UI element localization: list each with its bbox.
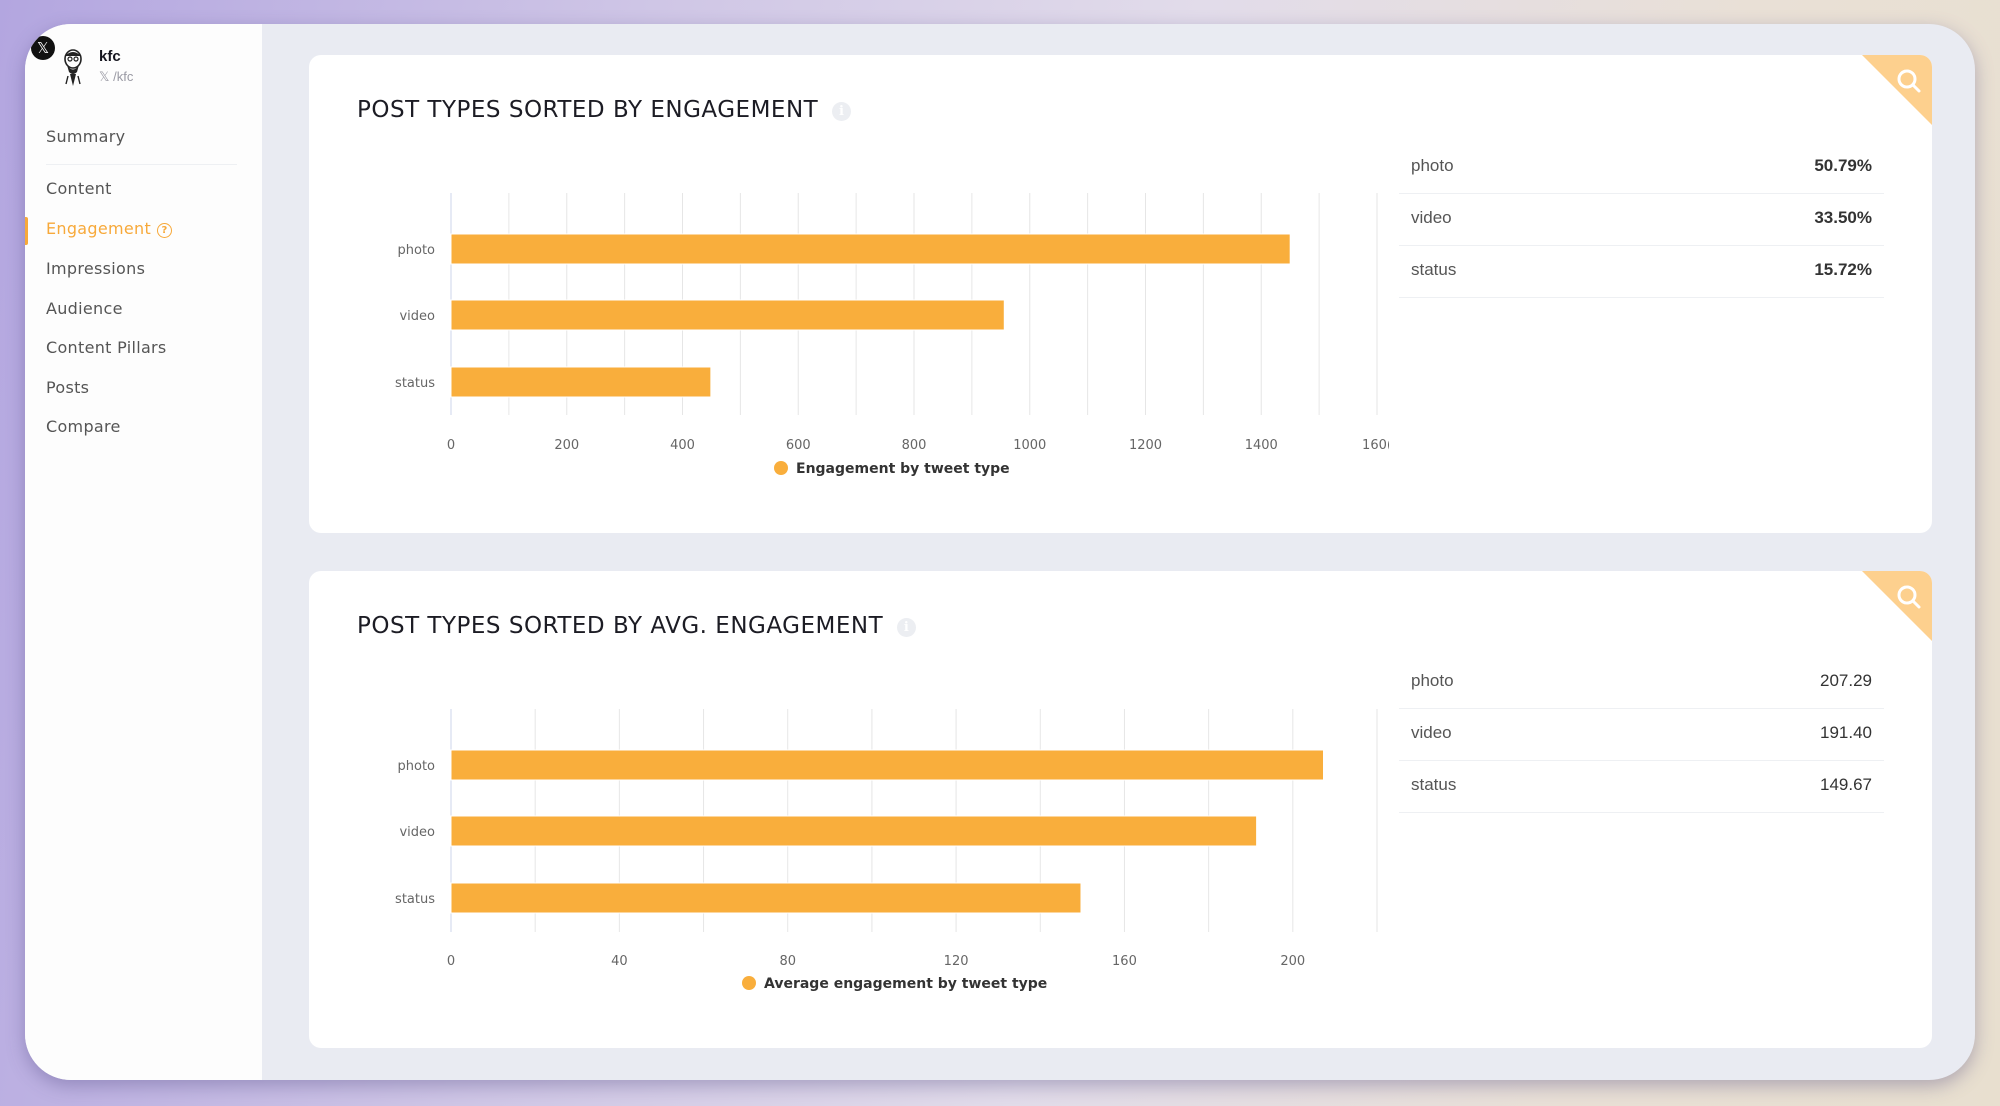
stat-value: 149.67 — [1820, 775, 1872, 794]
x-tick-label: 200 — [554, 438, 579, 453]
sidebar-item-content[interactable]: Content — [46, 179, 112, 198]
bar-video — [450, 299, 1005, 331]
stats-table: photo 50.79% video 33.50% status 15.72% — [1399, 142, 1884, 298]
stat-label: status — [1411, 775, 1457, 794]
sidebar-item-posts[interactable]: Posts — [46, 378, 89, 397]
x-tick-label: 1400 — [1245, 438, 1278, 453]
bar-photo — [450, 233, 1291, 265]
x-tick-label: 800 — [902, 438, 927, 453]
profile-handle-text: /kfc — [113, 69, 134, 84]
sidebar-item-impressions[interactable]: Impressions — [46, 259, 145, 278]
x-tick-label: 0 — [447, 954, 455, 969]
sidebar-item-audience[interactable]: Audience — [46, 299, 123, 318]
legend-dot — [742, 976, 756, 990]
x-tick-label: 160( — [1362, 438, 1389, 453]
avg-engagement-card: POST TYPES SORTED BY AVG. ENGAGEMENT i 04… — [309, 571, 1932, 1048]
x-tick-label: 160 — [1112, 954, 1137, 969]
sidebar-item-label: Engagement — [46, 219, 152, 238]
bar-video — [450, 815, 1258, 847]
stat-row: photo 50.79% — [1399, 142, 1884, 194]
stat-value: 33.50% — [1814, 208, 1872, 227]
x-logo-icon[interactable]: 𝕏 — [31, 36, 55, 60]
category-label: status — [395, 376, 435, 391]
sidebar-item-engagement[interactable]: Engagement? — [46, 219, 173, 238]
bar-status — [450, 366, 712, 398]
stat-value: 50.79% — [1814, 156, 1872, 175]
category-label: photo — [398, 759, 436, 774]
search-icon — [1862, 55, 1932, 125]
x-tick-label: 40 — [611, 954, 628, 969]
sidebar-item-content-pillars[interactable]: Content Pillars — [46, 338, 167, 357]
legend-label: Engagement by tweet type — [796, 461, 1010, 477]
sidebar-item-label: Impressions — [46, 259, 146, 278]
zoom-corner-button[interactable] — [1862, 55, 1932, 125]
category-label: video — [399, 309, 435, 324]
sidebar-item-label: Summary — [46, 127, 126, 146]
category-label: video — [399, 825, 435, 840]
x-tick-label: 600 — [786, 438, 811, 453]
stat-row: video 191.40 — [1399, 709, 1884, 761]
x-tick-label: 120 — [944, 954, 969, 969]
x-logo-icon: 𝕏 — [99, 69, 110, 84]
help-icon[interactable]: ? — [157, 223, 173, 238]
legend-dot — [774, 461, 788, 475]
sidebar-divider — [46, 164, 237, 165]
sidebar-item-label: Posts — [46, 378, 90, 397]
legend-label: Average engagement by tweet type — [764, 976, 1048, 992]
sidebar: 𝕏 kfc 𝕏 /kfc Summary Content Engagement? — [25, 24, 262, 1080]
zoom-corner-button[interactable] — [1862, 571, 1932, 641]
x-tick-label: 200 — [1280, 954, 1305, 969]
profile-handle: 𝕏 /kfc — [99, 69, 133, 85]
stat-row: status 149.67 — [1399, 761, 1884, 813]
stat-row: photo 207.29 — [1399, 657, 1884, 709]
stat-label: status — [1411, 260, 1457, 279]
x-tick-label: 0 — [447, 438, 455, 453]
chart-legend[interactable]: Average engagement by tweet type — [742, 976, 1047, 992]
x-tick-label: 1000 — [1013, 438, 1046, 453]
search-icon — [1862, 571, 1932, 641]
stat-label: video — [1411, 208, 1452, 227]
category-label: photo — [398, 243, 436, 258]
stat-value: 15.72% — [1814, 260, 1872, 279]
stat-row: status 15.72% — [1399, 246, 1884, 298]
sidebar-item-summary[interactable]: Summary — [46, 127, 125, 146]
sidebar-item-compare[interactable]: Compare — [46, 417, 121, 436]
app-window: 𝕏 kfc 𝕏 /kfc Summary Content Engagement? — [25, 24, 1975, 1080]
x-tick-label: 1200 — [1129, 438, 1162, 453]
x-tick-label: 400 — [670, 438, 695, 453]
stat-label: photo — [1411, 156, 1454, 175]
stat-value: 191.40 — [1820, 723, 1872, 742]
stats-table: photo 207.29 video 191.40 status 149.67 — [1399, 657, 1884, 813]
profile-name: kfc — [99, 48, 121, 65]
sidebar-item-label: Audience — [46, 299, 123, 318]
stat-row: video 33.50% — [1399, 194, 1884, 246]
kfc-avatar — [55, 46, 91, 90]
stat-value: 207.29 — [1820, 671, 1872, 690]
sidebar-item-label: Content Pillars — [46, 338, 167, 357]
sidebar-item-label: Content — [46, 179, 112, 198]
bar-photo — [450, 749, 1325, 781]
active-indicator — [25, 217, 28, 245]
category-label: status — [395, 892, 435, 907]
chart-legend[interactable]: Engagement by tweet type — [774, 461, 1010, 477]
sidebar-item-label: Compare — [46, 417, 121, 436]
bar-status — [450, 882, 1082, 914]
stat-label: photo — [1411, 671, 1454, 690]
engagement-card: POST TYPES SORTED BY ENGAGEMENT i 0 200 400… — [309, 55, 1932, 533]
stat-label: video — [1411, 723, 1452, 742]
x-tick-label: 80 — [779, 954, 796, 969]
